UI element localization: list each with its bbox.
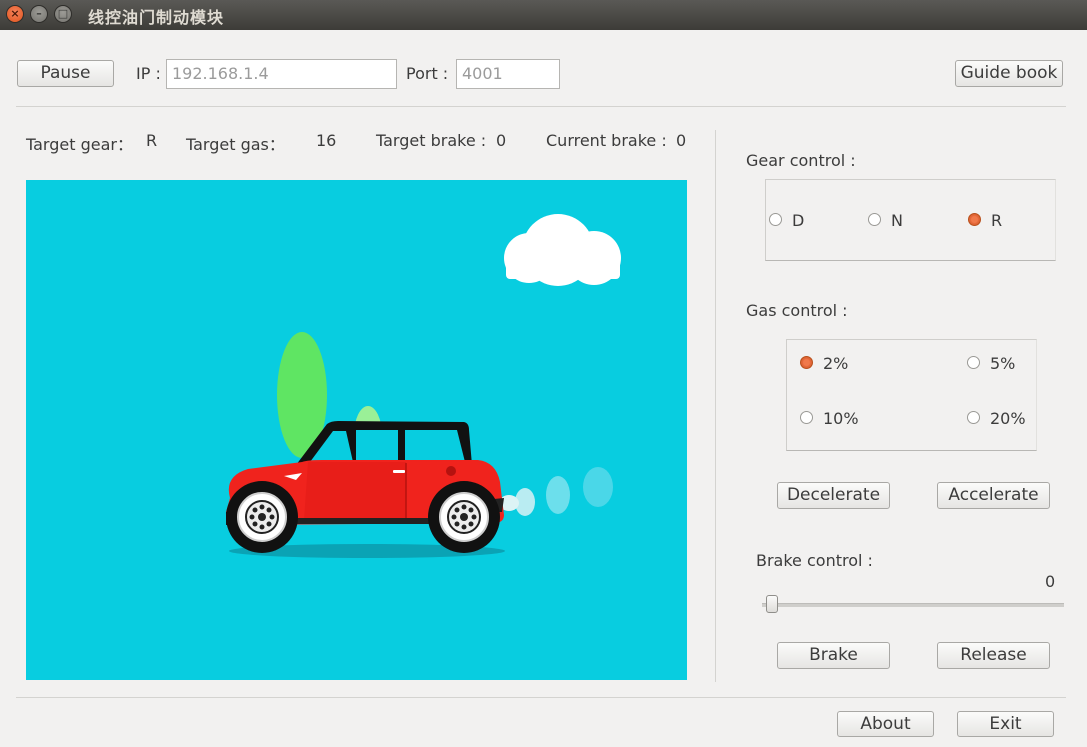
target-gas-value: 16 — [316, 131, 337, 150]
gear-option-label: D — [792, 211, 805, 230]
current-brake-value: 0 — [676, 131, 687, 150]
rear-wheel-icon — [428, 481, 500, 553]
pause-button[interactable]: Pause — [17, 60, 114, 87]
gas-control-title: Gas control : — [746, 301, 848, 320]
gear-option-label: N — [891, 211, 903, 230]
release-button[interactable]: Release — [937, 642, 1050, 669]
target-brake-value: 0 — [496, 131, 507, 150]
gas-option-5[interactable]: 5% — [967, 354, 1015, 373]
target-gear-value: R — [146, 131, 158, 150]
radio-icon — [967, 356, 980, 369]
target-brake-label: Target brake : — [376, 131, 487, 150]
gas-option-10[interactable]: 10% — [800, 409, 859, 428]
car-illustration — [225, 214, 621, 558]
gas-option-label: 10% — [823, 409, 859, 428]
about-button[interactable]: About — [837, 711, 934, 737]
top-divider — [16, 106, 1066, 107]
gas-option-label: 5% — [990, 354, 1016, 373]
gear-option-label: R — [991, 211, 1003, 230]
minimize-window-icon[interactable]: – — [30, 5, 48, 23]
exhaust-smoke-icon — [499, 467, 613, 516]
radio-selected-icon — [800, 356, 813, 369]
guide-book-button[interactable]: Guide book — [955, 60, 1063, 87]
maximize-window-icon[interactable]: □ — [54, 5, 72, 23]
ip-label: IP : — [136, 64, 161, 83]
exit-button[interactable]: Exit — [957, 711, 1054, 737]
brake-slider-handle[interactable] — [766, 595, 778, 613]
brake-button[interactable]: Brake — [777, 642, 890, 669]
window-title: 线控油门制动模块 — [88, 8, 225, 27]
cloud-icon — [504, 214, 621, 286]
port-label: Port : — [406, 64, 449, 83]
gas-option-20[interactable]: 20% — [967, 409, 1026, 428]
ip-input[interactable]: 192.168.1.4 — [166, 59, 397, 89]
current-brake-label: Current brake : — [546, 131, 667, 150]
gas-option-2[interactable]: 2% — [800, 354, 848, 373]
bottom-divider — [16, 697, 1066, 698]
front-wheel-icon — [226, 481, 298, 553]
radio-icon — [800, 411, 813, 424]
target-gear-label: Target gear： — [26, 135, 133, 154]
radio-selected-icon — [968, 213, 981, 226]
radio-icon — [769, 213, 782, 226]
target-gas-label: Target gas： — [186, 135, 285, 154]
radio-icon — [868, 213, 881, 226]
gear-control-group — [765, 179, 1056, 261]
brake-control-title: Brake control : — [756, 551, 873, 570]
close-window-icon[interactable]: × — [6, 5, 24, 23]
decelerate-button[interactable]: Decelerate — [777, 482, 890, 509]
gear-option-r[interactable]: R — [968, 211, 1002, 230]
brake-value: 0 — [1045, 572, 1056, 591]
gas-option-label: 20% — [990, 409, 1026, 428]
port-input[interactable]: 4001 — [456, 59, 560, 89]
brake-slider-track[interactable] — [762, 603, 1064, 607]
title-bar: × – □ 线控油门制动模块 — [0, 0, 1087, 30]
gas-option-label: 2% — [823, 354, 849, 373]
accelerate-button[interactable]: Accelerate — [937, 482, 1050, 509]
gear-option-d[interactable]: D — [769, 211, 804, 230]
car-animation-scene — [26, 180, 687, 680]
radio-icon — [967, 411, 980, 424]
gear-control-title: Gear control : — [746, 151, 856, 170]
panel-divider — [715, 130, 716, 682]
gear-option-n[interactable]: N — [868, 211, 903, 230]
